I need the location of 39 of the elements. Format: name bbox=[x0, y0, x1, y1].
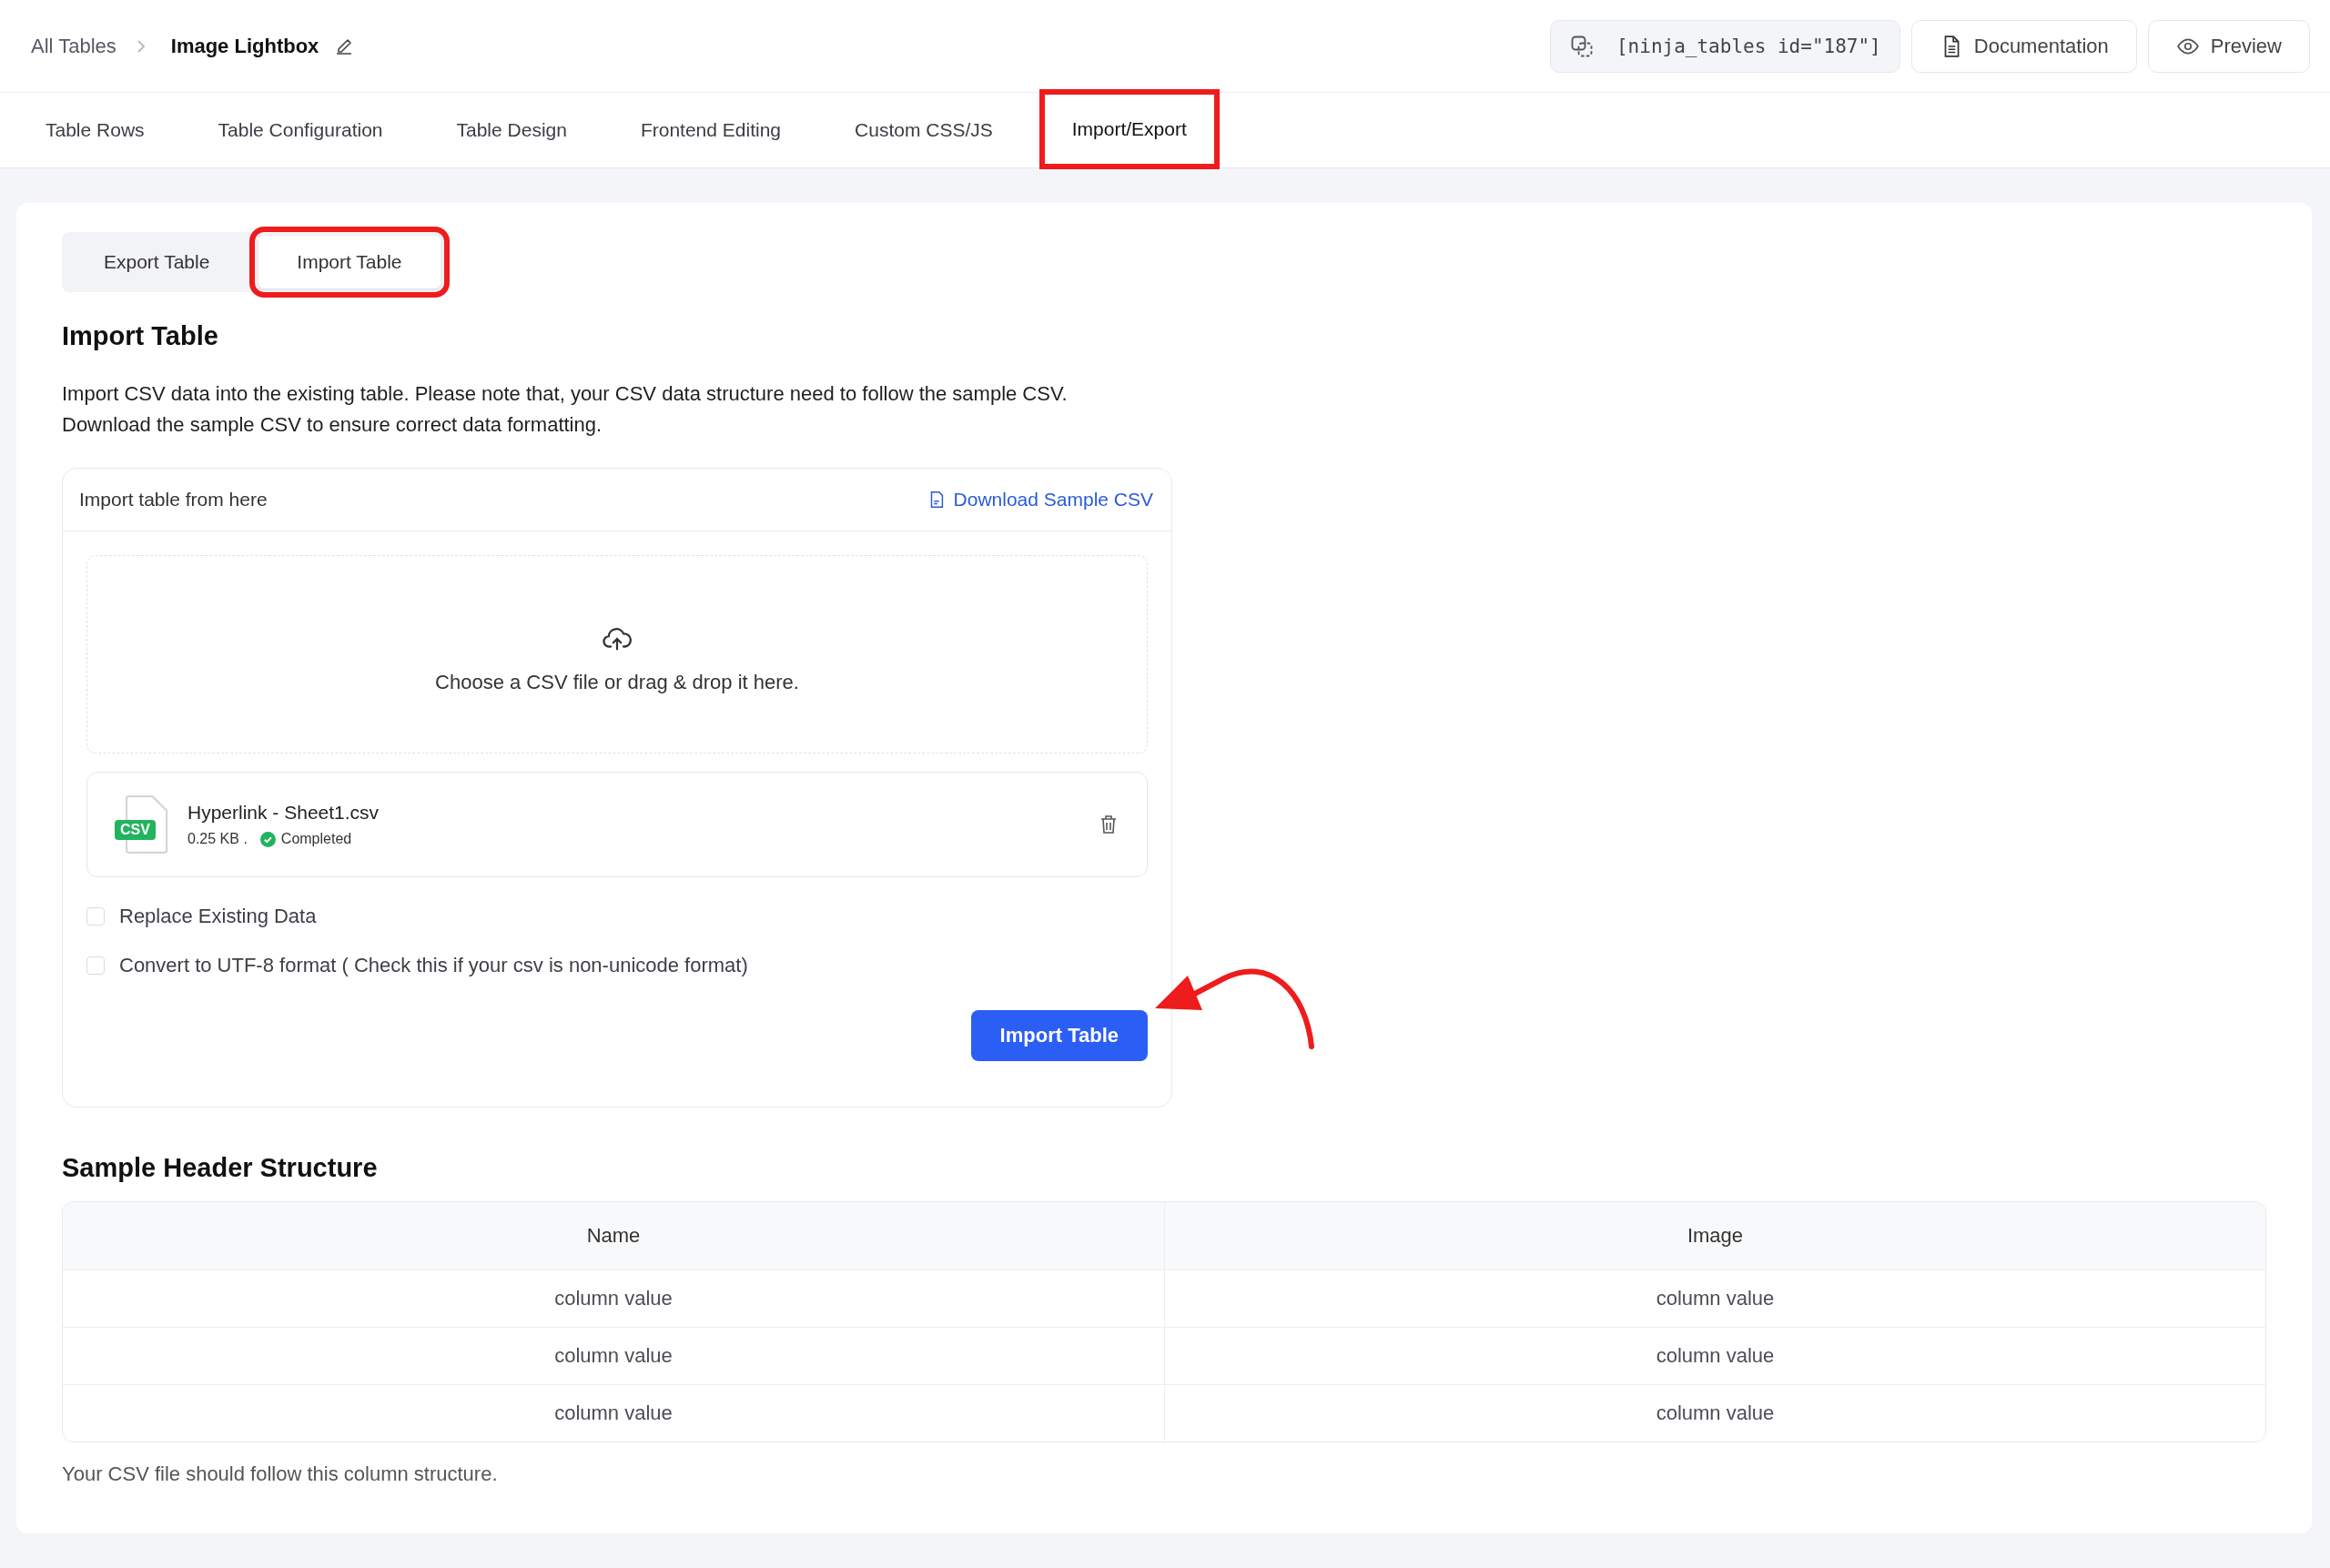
drop-zone[interactable]: Choose a CSV file or drag & drop it here. bbox=[86, 555, 1148, 754]
import-table-button[interactable]: Import Table bbox=[970, 1010, 1148, 1061]
checkbox[interactable] bbox=[86, 956, 105, 975]
download-sample-link[interactable]: Download Sample CSV bbox=[926, 489, 1153, 511]
table-cell-text: column value bbox=[553, 1286, 674, 1311]
sub-tab[interactable]: Export Table bbox=[66, 236, 248, 288]
file-size: 0.25 KB . bbox=[187, 831, 248, 847]
table-cell: column value bbox=[1164, 1270, 2265, 1327]
table-note: Your CSV file should follow this column structure. bbox=[62, 1462, 499, 1486]
table-cell: column value bbox=[1164, 1385, 2265, 1442]
checkbox-label: Convert to UTF-8 format ( Check this if your csv is non-unicode format) bbox=[119, 954, 748, 977]
table-title: Image Lightbox bbox=[170, 34, 319, 58]
file-name: Hyperlink - Sheet1.csv bbox=[187, 802, 380, 824]
nav-tab[interactable]: Table Configuration bbox=[190, 93, 410, 167]
column-header: Image bbox=[1164, 1202, 2265, 1270]
upload-status: Completed bbox=[280, 831, 352, 847]
preview-button[interactable]: Preview bbox=[2147, 19, 2310, 73]
section-title: Sample Header Structure bbox=[62, 1153, 379, 1183]
section-title: Import Table bbox=[62, 321, 219, 351]
checkbox-label: Replace Existing Data bbox=[119, 905, 317, 928]
column-header: Name bbox=[585, 1223, 642, 1249]
table-cell-text: column value bbox=[553, 1343, 674, 1369]
table-cell-text: column value bbox=[553, 1401, 674, 1426]
nav-tab[interactable]: Frontend Editing bbox=[613, 93, 809, 167]
description-text: Import CSV data into the existing table. Please note that, your CSV data structure need to follow the sample CSV. bbox=[62, 381, 1069, 407]
breadcrumb-link[interactable]: All Tables bbox=[31, 34, 116, 58]
nav-tab[interactable]: Table Rows bbox=[18, 93, 172, 167]
drop-zone-text: Choose a CSV file or drag & drop it here. bbox=[435, 671, 799, 694]
nav-tab[interactable]: Import/Export bbox=[1038, 89, 1220, 169]
description-text: Download the sample CSV to ensure correct data formatting. bbox=[62, 412, 603, 438]
checkbox[interactable] bbox=[86, 907, 105, 926]
chevron-icon bbox=[136, 38, 146, 54]
nav-tab[interactable]: Custom CSS/JS bbox=[827, 93, 1020, 167]
check-circle-icon bbox=[259, 831, 276, 847]
shortcode-button[interactable]: [ninja_tables id="187"] bbox=[1549, 19, 1900, 73]
upload-card-title: Import table from here bbox=[79, 489, 268, 511]
nav-tab[interactable]: Table Design bbox=[429, 93, 594, 167]
table-cell: column value bbox=[1164, 1328, 2265, 1384]
documentation-button[interactable]: Documentation bbox=[1910, 19, 2137, 73]
